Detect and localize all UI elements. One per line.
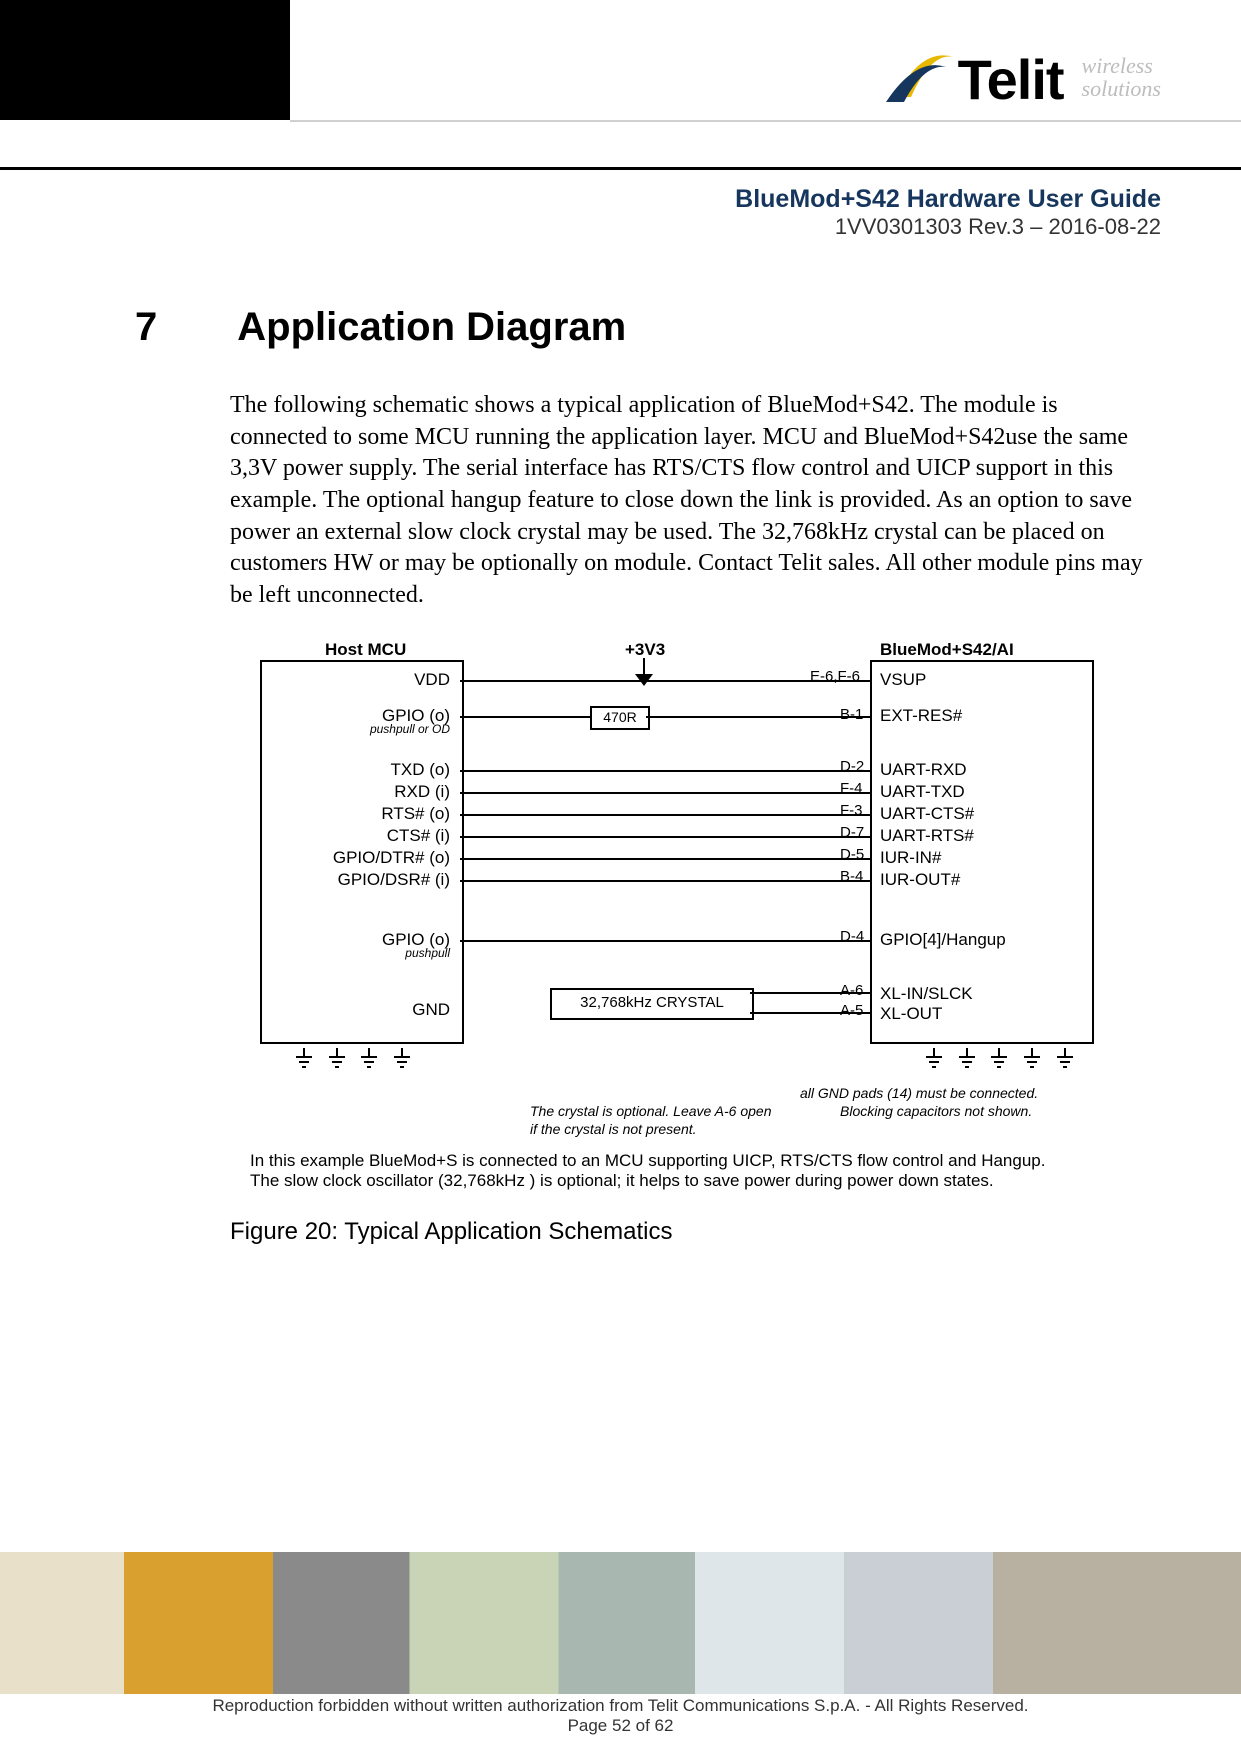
intro-paragraph: The following schematic shows a typical …	[230, 390, 1160, 612]
header-rule	[0, 167, 1241, 170]
wire-uart1	[460, 770, 870, 772]
ground-icon	[296, 1048, 312, 1068]
pad-b4: B-4	[840, 868, 863, 885]
host-pin-gpio-res-note: pushpull or OD	[370, 722, 450, 736]
ground-icon	[1024, 1048, 1040, 1068]
example-note-1: In this example BlueMod+S is connected t…	[250, 1150, 1045, 1172]
wire-uart3	[460, 814, 870, 816]
host-pin-txd: TXD (o)	[391, 760, 451, 780]
section-title: Application Diagram	[237, 305, 626, 350]
ground-icon	[926, 1048, 942, 1068]
page: Telit wireless solutions BlueMod+S42 Har…	[0, 0, 1241, 1754]
pad-d2: D-2	[840, 758, 864, 775]
mod-pin-xlin: XL-IN/SLCK	[880, 984, 973, 1004]
host-pin-dsr: GPIO/DSR# (i)	[338, 870, 450, 890]
host-pin-cts: CTS# (i)	[387, 826, 450, 846]
mod-pin-xlout: XL-OUT	[880, 1004, 942, 1024]
note-blocking: Blocking capacitors not shown.	[840, 1103, 1032, 1119]
mod-pin-rxd: UART-RXD	[880, 760, 967, 780]
figure-wrap: Host MCU +3V3 BlueMod+S42/AI 32,768kHz C…	[230, 640, 1150, 1246]
module-title: BlueMod+S42/AI	[880, 640, 1014, 660]
host-pin-vdd: VDD	[414, 670, 450, 690]
wire-res-r	[646, 716, 870, 718]
pad-f3: F-3	[840, 802, 863, 819]
mod-pin-txd: UART-TXD	[880, 782, 965, 802]
footer-line-1: Reproduction forbidden without written a…	[0, 1696, 1241, 1716]
mod-pin-extres: EXT-RES#	[880, 706, 962, 726]
mod-pin-hangup: GPIO[4]/Hangup	[880, 930, 1006, 950]
brand-tagline: wireless solutions	[1082, 54, 1161, 100]
wire-hangup	[460, 940, 870, 942]
header-black-block	[0, 0, 290, 120]
wire-uart4	[460, 836, 870, 838]
host-title: Host MCU	[325, 640, 406, 660]
mod-pin-cts: UART-CTS#	[880, 804, 974, 824]
brand-tag-1: wireless	[1082, 54, 1161, 77]
pad-a5: A-5	[840, 1002, 863, 1019]
pad-e6f6: E-6,F-6	[810, 668, 860, 685]
footer-text: Reproduction forbidden without written a…	[0, 1696, 1241, 1736]
doc-title: BlueMod+S42 Hardware User Guide	[735, 185, 1161, 214]
pad-f4: F-4	[840, 780, 863, 797]
pad-d4: D-4	[840, 928, 864, 945]
pad-b1: B-1	[840, 706, 863, 723]
footer-image-strip	[0, 1552, 1241, 1694]
mod-pin-iurin: IUR-IN#	[880, 848, 941, 868]
ground-icon	[394, 1048, 410, 1068]
doc-revision: 1VV0301303 Rev.3 – 2016-08-22	[735, 214, 1161, 240]
wire-res-l	[460, 716, 590, 718]
wire-uart2	[460, 792, 870, 794]
figure-caption: Figure 20: Typical Application Schematic…	[230, 1218, 1150, 1246]
crystal-box: 32,768kHz CRYSTAL	[550, 988, 754, 1020]
wire-uart6	[460, 880, 870, 882]
ground-icon	[1057, 1048, 1073, 1068]
wire-uart5	[460, 858, 870, 860]
logo-mark: Telit	[886, 42, 1064, 112]
host-pin-rts: RTS# (o)	[381, 804, 450, 824]
mod-pin-vsup: VSUP	[880, 670, 926, 690]
ground-icon	[329, 1048, 345, 1068]
logo-swoosh-icon	[886, 42, 956, 112]
supply-label: +3V3	[625, 640, 665, 660]
example-note-2: The slow clock oscillator (32,768kHz ) i…	[250, 1170, 994, 1192]
schematic: Host MCU +3V3 BlueMod+S42/AI 32,768kHz C…	[230, 640, 1150, 1210]
brand-name: Telit	[958, 47, 1064, 112]
resistor: 470R	[590, 706, 650, 730]
mod-pin-iurout: IUR-OUT#	[880, 870, 960, 890]
ground-icon	[991, 1048, 1007, 1068]
doc-title-block: BlueMod+S42 Hardware User Guide 1VV03013…	[735, 185, 1161, 240]
host-pin-gpio-hangup-note: pushpull	[405, 946, 450, 960]
host-pin-rxd: RXD (i)	[394, 782, 450, 802]
note-gnd: all GND pads (14) must be connected.	[800, 1085, 1038, 1101]
host-pin-dtr: GPIO/DTR# (o)	[333, 848, 450, 868]
mod-pin-rts: UART-RTS#	[880, 826, 974, 846]
ground-icon	[959, 1048, 975, 1068]
pad-a6: A-6	[840, 982, 863, 999]
host-pin-gnd: GND	[412, 1000, 450, 1020]
section-heading: 7 Application Diagram	[135, 305, 626, 350]
note-crystal-1: The crystal is optional. Leave A-6 open	[530, 1103, 772, 1119]
brand-tag-2: solutions	[1082, 77, 1161, 100]
note-crystal-2: if the crystal is not present.	[530, 1121, 697, 1137]
header-rule-light	[290, 120, 1241, 122]
ground-icon	[361, 1048, 377, 1068]
brand-logo: Telit wireless solutions	[886, 42, 1161, 112]
wire-vdd	[460, 680, 870, 682]
pad-d5: D-5	[840, 846, 864, 863]
section-number: 7	[135, 305, 157, 350]
footer-line-2: Page 52 of 62	[0, 1716, 1241, 1736]
pad-d7: D-7	[840, 824, 864, 841]
